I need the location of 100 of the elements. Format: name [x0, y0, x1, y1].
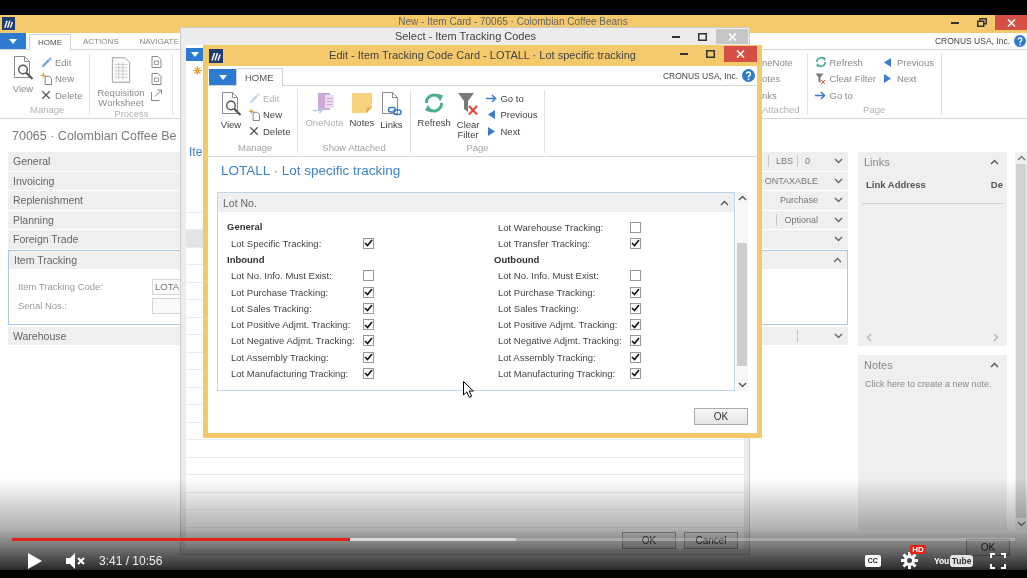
text-field[interactable]: LOTA — [152, 278, 182, 295]
restore-icon[interactable] — [976, 18, 987, 27]
ribbon-button[interactable]: Previous — [485, 106, 538, 123]
caret-down-icon — [218, 74, 227, 80]
checkbox[interactable] — [630, 351, 641, 363]
ribbon-group-label: Attached — [762, 104, 800, 115]
maximize-icon[interactable] — [698, 32, 707, 41]
menu-button[interactable] — [209, 69, 236, 85]
window-title: Edit - Item Tracking Code Card - LOTALL · Lot specific tracking — [328, 48, 637, 63]
fullscreen-icon[interactable] — [990, 552, 1006, 569]
ribbon-tab[interactable]: ACTIONS — [74, 33, 128, 49]
scrollbar[interactable] — [1015, 152, 1027, 530]
summary-value: Optional — [784, 214, 818, 225]
ok-button[interactable]: OK — [966, 539, 1010, 556]
checkbox[interactable] — [363, 237, 374, 249]
ribbon-button[interactable]: Clear Filter — [814, 70, 876, 87]
ribbon-button[interactable]: Notes — [349, 90, 375, 128]
checkbox[interactable] — [363, 335, 374, 347]
checkbox[interactable] — [363, 270, 374, 282]
summary-value: ONTAXABLE — [764, 175, 818, 186]
checkmark-icon — [364, 239, 373, 248]
app-logo-icon — [2, 17, 15, 30]
ribbon-button[interactable]: Delete — [248, 123, 291, 140]
scrollbar-thumb[interactable] — [1016, 164, 1026, 518]
menu-button[interactable] — [186, 48, 203, 61]
minimize-icon[interactable] — [679, 52, 688, 55]
time-display: 3:41 / 10:56 — [99, 553, 163, 568]
checkbox[interactable] — [363, 286, 374, 298]
help-icon[interactable] — [1014, 35, 1026, 47]
checkbox[interactable] — [630, 270, 641, 282]
checkbox[interactable] — [630, 335, 641, 347]
checkbox[interactable] — [363, 367, 374, 379]
ribbon-button[interactable]: Go to — [814, 87, 876, 104]
ribbon-button[interactable]: Links — [380, 90, 403, 130]
ribbon-button[interactable]: neNote — [762, 54, 793, 71]
menu-button[interactable] — [0, 33, 26, 49]
funnel-cross-icon — [815, 72, 826, 85]
field-label: Lot No. Info. Must Exist: — [231, 270, 333, 282]
triangle-right-icon — [884, 74, 892, 84]
ribbon-button[interactable]: nks — [762, 87, 793, 104]
ribbon-button[interactable]: Next — [485, 123, 538, 140]
close-button[interactable] — [995, 15, 1027, 30]
checkbox[interactable] — [630, 302, 641, 314]
settings-icon[interactable] — [900, 552, 918, 569]
ribbon-group-label: Process — [114, 108, 149, 119]
maximize-icon[interactable] — [706, 49, 715, 58]
fasttab-header[interactable]: Lot No. — [218, 193, 734, 212]
ribbon-button[interactable]: View — [12, 54, 34, 94]
field-label: Lot Specific Tracking: — [231, 237, 323, 249]
text-field[interactable] — [152, 297, 182, 314]
scrollbar-thumb[interactable] — [737, 243, 747, 366]
ribbon-button[interactable]: View — [220, 90, 242, 130]
checkbox[interactable] — [630, 286, 641, 298]
muted-speaker-icon[interactable] — [66, 552, 86, 569]
play-icon[interactable] — [28, 552, 42, 569]
checkbox[interactable] — [363, 302, 374, 314]
page-heading: 70065 · Colombian Coffee Be — [12, 128, 177, 144]
worksheet-icon — [110, 56, 131, 84]
scrollbar[interactable] — [736, 192, 748, 391]
caret-down-icon — [9, 38, 17, 44]
close-button[interactable] — [724, 46, 757, 62]
create-note-link[interactable]: Click here to create a new note. — [858, 376, 1007, 392]
ribbon-button[interactable]: Requisition Worksheet — [97, 54, 145, 108]
cross-icon — [249, 126, 259, 137]
ribbon-button[interactable]: Refresh — [814, 54, 876, 71]
ribbon-button[interactable]: otes — [762, 70, 793, 87]
close-icon — [1006, 18, 1016, 27]
new-document-icon — [248, 108, 260, 121]
help-icon[interactable] — [742, 69, 755, 82]
ribbon-button[interactable]: Clear Filter — [456, 90, 480, 140]
ribbon-button[interactable]: New — [40, 70, 83, 87]
checkbox[interactable] — [630, 221, 641, 233]
ribbon-group-label: Manage — [30, 104, 65, 115]
minimize-icon[interactable] — [950, 21, 959, 24]
field-label: Lot Positive Adjmt. Tracking: — [498, 319, 619, 331]
ribbon-tab[interactable]: HOME — [29, 34, 71, 50]
ok-button[interactable]: OK — [694, 408, 748, 425]
ribbon-group-label: Page — [466, 142, 489, 153]
checkbox[interactable] — [363, 319, 374, 331]
ribbon-button[interactable]: Previous — [881, 54, 934, 71]
checkbox[interactable] — [630, 367, 641, 379]
dialog-button[interactable]: Cancel — [684, 532, 738, 549]
ribbon-button[interactable]: Refresh — [417, 90, 451, 128]
field-label: Lot Sales Tracking: — [231, 302, 313, 314]
checkbox[interactable] — [630, 237, 641, 249]
dialog-button[interactable]: OK — [622, 532, 676, 549]
minimize-icon[interactable] — [671, 35, 680, 38]
ribbon-tab[interactable]: HOME — [236, 68, 283, 86]
field-label: Lot Negative Adjmt. Tracking: — [498, 335, 623, 347]
chevron-down-icon — [834, 236, 843, 243]
ribbon-button[interactable]: New — [248, 106, 291, 123]
ribbon-button[interactable]: Next — [881, 70, 934, 87]
summary-value: 0 — [805, 156, 810, 167]
ribbon-button[interactable]: Delete — [40, 87, 83, 104]
cross-icon — [41, 90, 51, 101]
page-heading: LOTALL · Lot specific tracking — [221, 163, 401, 179]
checkbox[interactable] — [630, 319, 641, 331]
ribbon-button[interactable]: Edit — [40, 54, 83, 71]
ribbon-button[interactable]: Go to — [485, 90, 538, 107]
checkbox[interactable] — [363, 351, 374, 363]
